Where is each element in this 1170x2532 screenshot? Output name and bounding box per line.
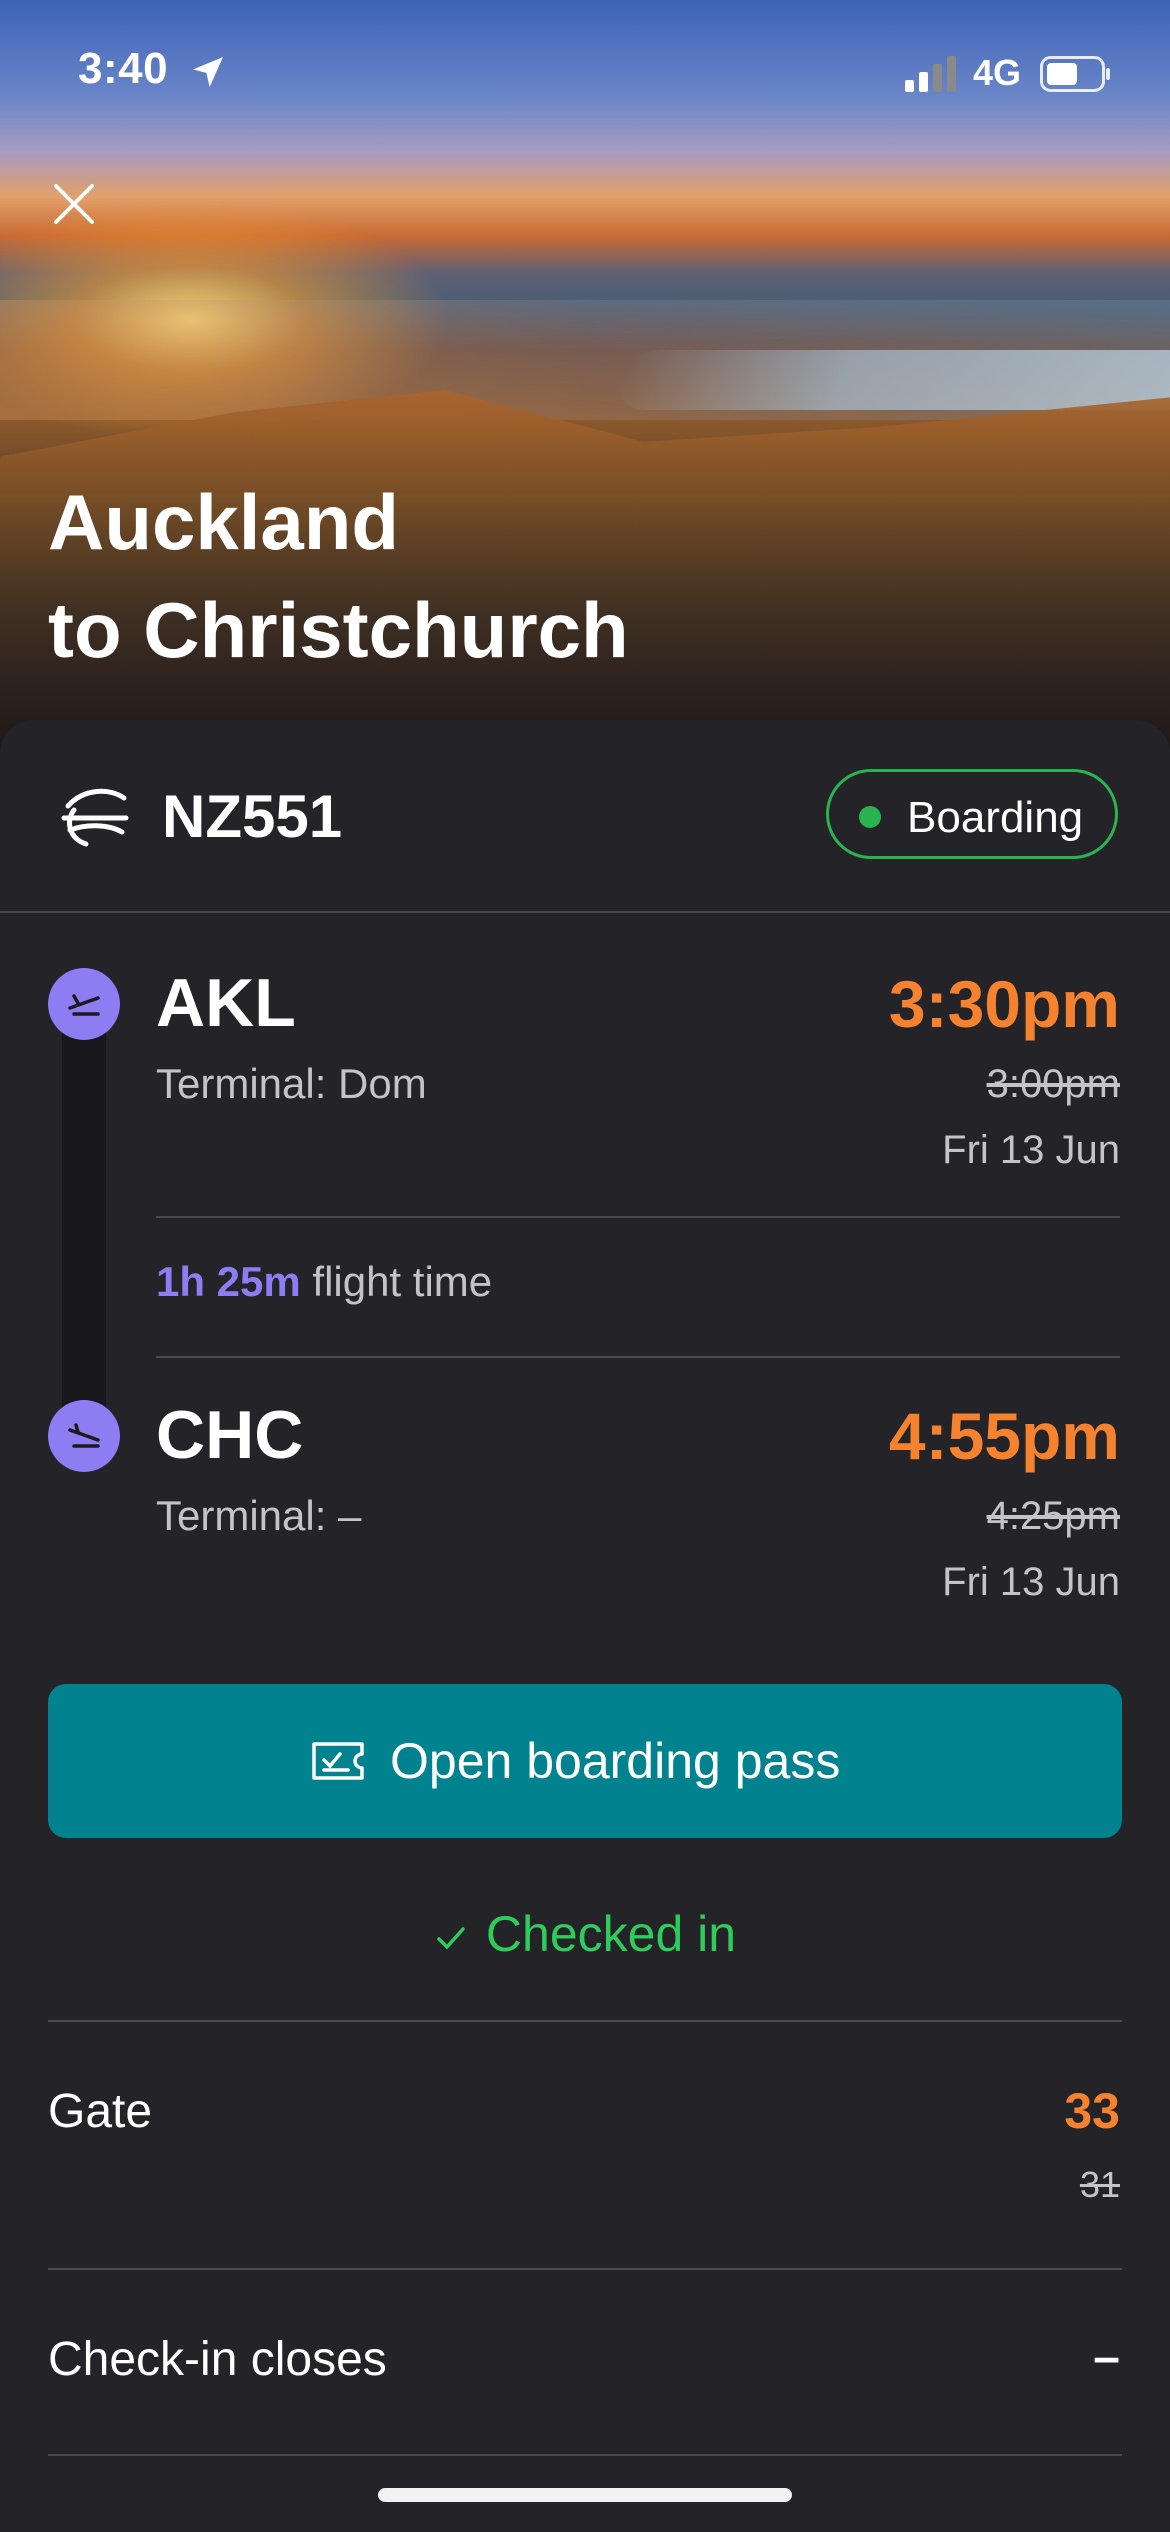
section-divider (48, 2268, 1122, 2270)
section-divider (48, 2020, 1122, 2022)
boarding-pass-label: Open boarding pass (390, 1733, 841, 1789)
checked-in-status: Checked in (0, 1905, 1170, 1963)
timeline-divider (156, 1216, 1120, 1218)
landing-icon (48, 1400, 120, 1472)
status-dot (859, 806, 881, 828)
route-origin: Auckland (48, 478, 400, 566)
location-arrow-icon (193, 57, 223, 87)
departure-time-original: 3:00pm (986, 1062, 1120, 1106)
flight-number: NZ551 (162, 783, 343, 850)
ticket-icon (312, 1742, 364, 1780)
departure-date: Fri 13 Jun (942, 1128, 1120, 1172)
status-bar: 3:40 4G (0, 0, 1170, 150)
gate-label: Gate (48, 2085, 153, 2138)
timeline-divider (156, 1356, 1120, 1358)
status-label: Boarding (907, 793, 1084, 842)
arrival-time: 4:55pm (888, 1399, 1120, 1473)
departure-terminal: Terminal: Dom (156, 1060, 427, 1107)
checked-in-label: Checked in (485, 1906, 737, 1962)
checkin-closes-label: Check-in closes (48, 2333, 387, 2386)
timeline-track (62, 1004, 106, 1444)
arrival-terminal: Terminal: – (156, 1492, 362, 1539)
checkin-closes-value: – (1093, 2331, 1120, 2384)
arrival-time-original: 4:25pm (986, 1494, 1120, 1538)
battery-icon (1040, 56, 1110, 92)
status-badge: Boarding (826, 769, 1118, 859)
gate-original: 31 (1079, 2164, 1120, 2205)
header-divider (0, 911, 1170, 913)
signal-icon (905, 56, 956, 92)
checkmark-icon (437, 1927, 465, 1950)
arrival-code: CHC (156, 1397, 304, 1473)
departure-time: 3:30pm (888, 967, 1120, 1041)
flight-header: NZ551 Boarding (0, 720, 1170, 912)
open-boarding-pass-button[interactable]: Open boarding pass (48, 1684, 1122, 1838)
airline-logo-icon (61, 788, 129, 847)
flight-duration: 1h 25m flight time (156, 1258, 492, 1306)
status-time: 3:40 (78, 44, 169, 93)
arrival-date: Fri 13 Jun (942, 1560, 1120, 1604)
departure-code: AKL (156, 965, 296, 1041)
duration-value: 1h 25m (156, 1258, 301, 1305)
route-title: Auckland to Christchurch (48, 468, 629, 684)
takeoff-icon (48, 968, 120, 1040)
flight-details-sheet: NZ551 Boarding AKL Terminal: Dom 3:30pm … (0, 720, 1170, 2532)
route-destination: to Christchurch (48, 586, 629, 674)
duration-label: flight time (312, 1258, 493, 1305)
close-icon[interactable] (50, 180, 98, 228)
network-label: 4G (973, 52, 1022, 93)
gate-value: 33 (1064, 2083, 1120, 2139)
section-divider (48, 2454, 1122, 2456)
home-indicator[interactable] (378, 2488, 792, 2502)
